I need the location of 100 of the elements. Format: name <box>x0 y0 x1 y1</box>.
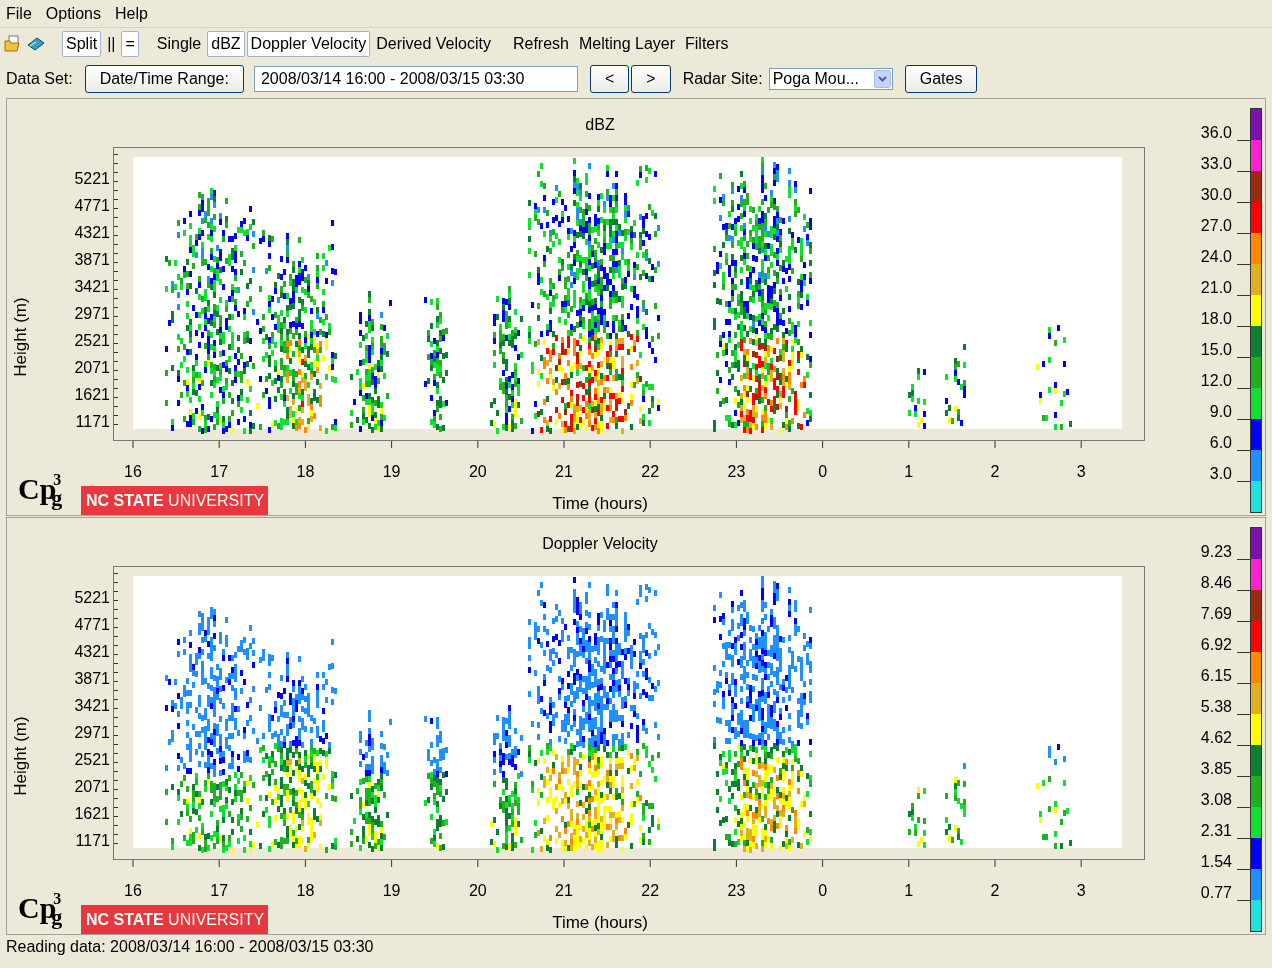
book-icon[interactable] <box>26 35 46 53</box>
x-tick-label: 21 <box>555 463 573 480</box>
y-tick-label: 3871 <box>74 251 110 268</box>
x-tick-label: 20 <box>468 882 487 899</box>
y-tick-label: 2521 <box>74 332 110 349</box>
toolbar-toggle[interactable]: Refresh <box>508 31 573 57</box>
y-tick-label: 1171 <box>75 413 110 430</box>
toolbar-toggle[interactable]: Filters <box>681 31 733 57</box>
x-tick-label: 18 <box>296 463 315 480</box>
colorbar-label: 18.0 <box>1200 309 1232 327</box>
x-tick-label: 19 <box>382 463 401 480</box>
y-axis-label: Height (m) <box>11 716 30 796</box>
colorbar-label: 7.69 <box>1200 604 1232 622</box>
toolbar-toggle[interactable]: Derived Velocity <box>372 31 495 57</box>
colorbar-label: 4.62 <box>1200 728 1232 746</box>
y-tick-label: 2971 <box>74 305 110 322</box>
x-tick-label: 1 <box>904 882 914 899</box>
y-tick-label: 2971 <box>74 724 110 741</box>
chart-title: Doppler Velocity <box>542 535 658 552</box>
colorbar-label: 5.38 <box>1200 697 1232 715</box>
toolbar-toggle[interactable]: || <box>103 31 120 57</box>
colorbar-label: 27.0 <box>1200 216 1232 234</box>
open-folder-icon[interactable] <box>4 35 22 53</box>
x-tick-label: 1 <box>904 463 914 480</box>
x-axis-label: Time (hours) <box>552 494 648 513</box>
x-tick-label: 2 <box>990 463 1000 480</box>
colorbar-label: 3.08 <box>1200 790 1232 808</box>
toolbar-toggle[interactable]: Single <box>152 31 206 57</box>
y-tick-label: 4321 <box>74 224 110 241</box>
y-tick-label: 5221 <box>74 589 110 606</box>
radar-site-dropdown[interactable]: Poga Mou... <box>768 68 893 90</box>
colorbar-label: 24.0 <box>1200 247 1232 265</box>
colorbar-label: 30.0 <box>1200 185 1232 203</box>
colorbar-label: 36.0 <box>1200 123 1232 141</box>
toolbar-toggle[interactable]: Split <box>62 31 102 57</box>
colorbar-label: 12.0 <box>1200 371 1232 389</box>
y-tick-label: 3421 <box>74 278 110 295</box>
y-tick-label: 2071 <box>74 778 110 795</box>
y-tick-label: 3871 <box>74 670 110 687</box>
toolbar-toggle[interactable]: dBZ <box>207 31 245 57</box>
colorbar-label: 3.85 <box>1200 759 1232 777</box>
colorbar-label: 6.15 <box>1200 666 1232 684</box>
colorbar-label: 8.46 <box>1200 573 1232 591</box>
colorbar-label: 3.0 <box>1209 464 1232 482</box>
colorbar-label: 9.23 <box>1200 542 1232 560</box>
menu-item[interactable]: Help <box>114 1 148 26</box>
x-tick-label: 0 <box>818 463 828 480</box>
x-tick-label: 20 <box>468 463 487 480</box>
date-range-button[interactable]: Date/Time Range: <box>84 65 244 93</box>
colorbar-label: 9.0 <box>1209 402 1232 420</box>
x-tick-label: 18 <box>296 882 315 899</box>
x-tick-label: 22 <box>641 882 660 899</box>
previous-button[interactable]: < <box>589 65 630 93</box>
y-tick-label: 4771 <box>74 197 110 214</box>
chart-title: dBZ <box>585 116 615 133</box>
y-tick-label: 1621 <box>74 386 110 403</box>
y-tick-label: 4321 <box>74 643 110 660</box>
menu-item[interactable]: Options <box>45 1 101 26</box>
y-tick-label: 4771 <box>74 616 110 633</box>
x-tick-label: 17 <box>210 463 229 480</box>
x-tick-label: 16 <box>124 882 142 899</box>
colorbar-label: 0.77 <box>1200 883 1232 901</box>
x-tick-label: 17 <box>210 882 229 899</box>
y-tick-label: 5221 <box>74 170 110 187</box>
colorbar-label: 1.54 <box>1200 852 1232 870</box>
colorbar-label: 6.92 <box>1200 635 1232 653</box>
y-tick-label: 2521 <box>74 751 110 768</box>
y-tick-label: 3421 <box>74 697 110 714</box>
radar-site-label: Radar Site: <box>682 69 763 89</box>
gates-button[interactable]: Gates <box>904 65 978 93</box>
x-tick-label: 23 <box>727 882 746 899</box>
y-tick-label: 1621 <box>74 805 110 822</box>
colorbar-label: 21.0 <box>1200 278 1232 296</box>
next-button[interactable]: > <box>631 65 671 93</box>
x-tick-label: 3 <box>1076 463 1086 480</box>
x-tick-label: 16 <box>124 463 142 480</box>
x-tick-label: 22 <box>641 463 660 480</box>
toolbar-toggle[interactable]: Melting Layer <box>575 31 680 57</box>
toolbar-toggle[interactable]: Doppler Velocity <box>246 31 371 57</box>
colorbar-label: 33.0 <box>1200 154 1232 172</box>
university-banner: NC STATE UNIVERSITY <box>81 905 268 934</box>
colorbar-label: 15.0 <box>1200 340 1232 358</box>
colorbar-label: 6.0 <box>1209 433 1232 451</box>
y-tick-label: 1171 <box>75 832 110 849</box>
date-range-field[interactable]: 2008/03/14 16:00 - 2008/03/15 03:30 <box>253 66 578 92</box>
colorbar-label: 2.31 <box>1200 821 1232 839</box>
university-banner: NC STATE UNIVERSITY <box>81 486 268 515</box>
y-tick-label: 2071 <box>74 359 110 376</box>
x-tick-label: 21 <box>555 882 573 899</box>
x-tick-label: 23 <box>727 463 746 480</box>
x-tick-label: 3 <box>1076 882 1086 899</box>
x-axis-label: Time (hours) <box>552 913 648 932</box>
y-axis-label: Height (m) <box>11 297 30 377</box>
toolbar-toggle[interactable]: = <box>121 31 139 57</box>
status-text: Reading data: 2008/03/14 16:00 - 2008/03/15 03:30 <box>5 937 375 957</box>
menu-item[interactable]: File <box>6 1 32 26</box>
x-tick-label: 0 <box>818 882 828 899</box>
x-tick-label: 19 <box>382 882 401 899</box>
dataset-label: Data Set: <box>6 69 73 89</box>
x-tick-label: 2 <box>990 882 1000 899</box>
